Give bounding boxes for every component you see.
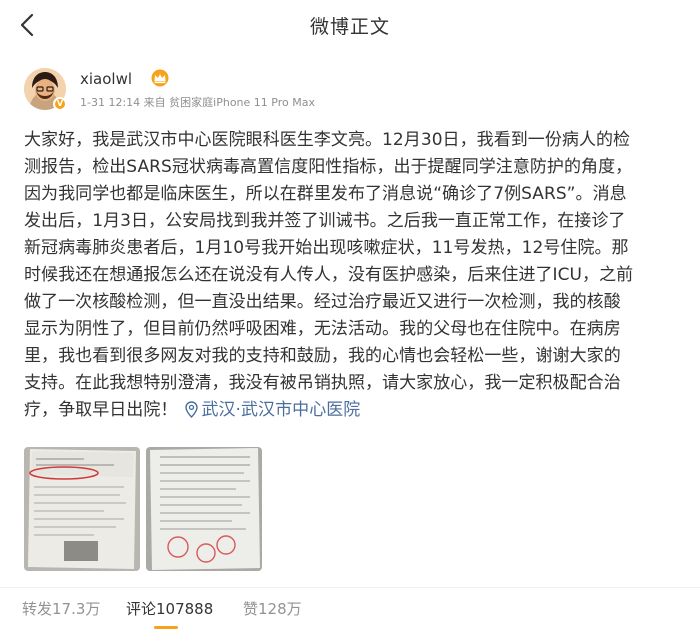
comment-tab[interactable]: 评论107888 xyxy=(126,598,213,619)
post-image-2[interactable] xyxy=(146,447,262,571)
top-nav-bar: 微博正文 xyxy=(0,0,700,50)
action-divider xyxy=(0,587,700,588)
crown-icon xyxy=(150,69,170,87)
location-pin-icon xyxy=(185,400,199,418)
post-author: V xiaolwl 1-31 12:14 来自 贫困家庭iPhone 11 Pr… xyxy=(24,68,684,112)
location-label: 武汉·武汉市中心医院 xyxy=(201,400,361,420)
post-image-1[interactable] xyxy=(24,447,140,571)
post-body: 大家好，我是武汉市中心医院眼科医生李文亮。12月30日，我看到一份病人的检 测报… xyxy=(24,127,680,424)
post-meta: 1-31 12:14 来自 贫困家庭iPhone 11 Pro Max xyxy=(80,96,315,109)
page-title: 微博正文 xyxy=(309,16,390,38)
location-link[interactable]: 武汉·武汉市中心医院 xyxy=(177,400,360,420)
post-text: 大家好，我是武汉市中心医院眼科医生李文亮。12月30日，我看到一份病人的检 测报… xyxy=(24,130,634,420)
like-tab[interactable]: 赞128万 xyxy=(243,598,302,619)
repost-tab[interactable]: 转发17.3万 xyxy=(22,598,100,619)
author-name[interactable]: xiaolwl xyxy=(80,70,132,88)
verified-badge-icon: V xyxy=(53,97,67,111)
active-tab-indicator xyxy=(154,626,178,629)
